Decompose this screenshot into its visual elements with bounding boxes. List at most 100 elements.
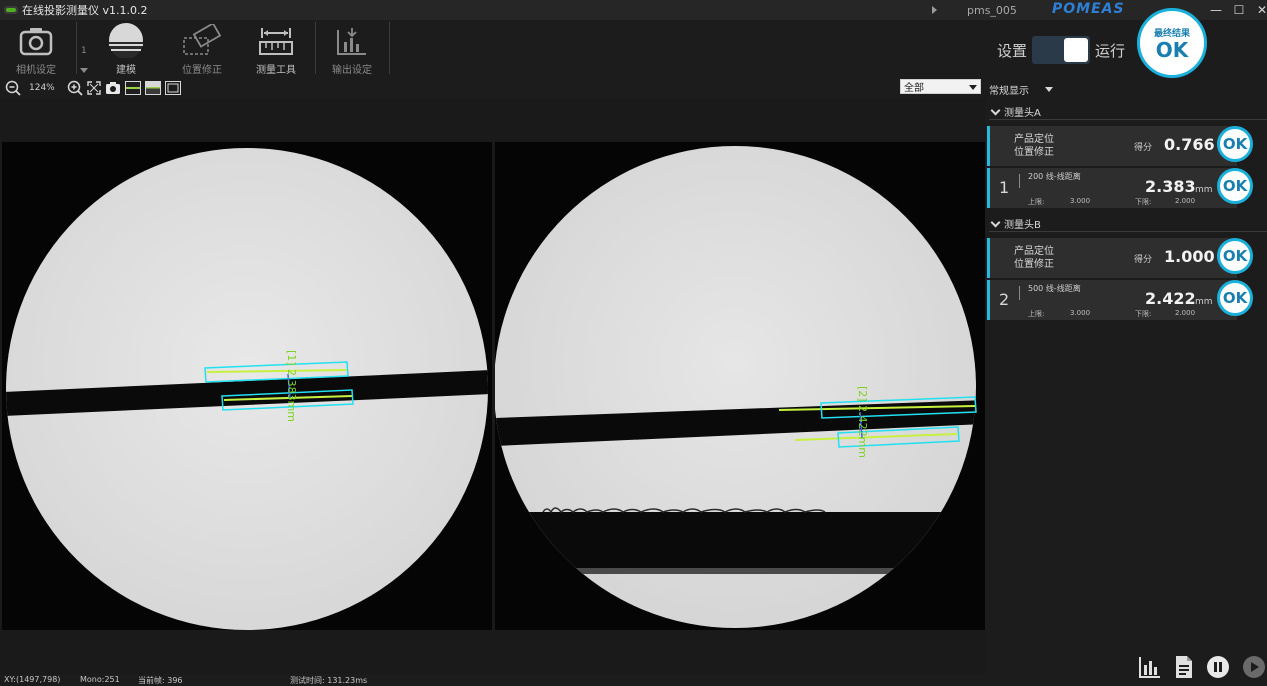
position-correction-button[interactable]: 位置修正 — [180, 24, 224, 76]
result-ok-badge: OK — [1217, 238, 1253, 274]
display-mode-value: 常规显示 — [989, 86, 1029, 97]
window-title: 在线投影测量仪 v1.1.0.2 — [22, 4, 148, 17]
mono-value: Mono:251 — [80, 675, 120, 684]
snapshot-camera-icon[interactable] — [105, 81, 121, 95]
status-bar: XY:(1497,798) Mono:251 当前帧: 396 测试时间: 13… — [0, 674, 1267, 686]
toggle-knob — [1064, 38, 1089, 62]
position-card-title: 产品定位 位置修正 — [1014, 245, 1054, 271]
split-view-icon[interactable] — [144, 81, 161, 95]
close-button[interactable]: ✕ — [1256, 3, 1267, 17]
main-toolbar: 相机设定 1 建模 位置修正 测量工具 输出设定 — [0, 20, 985, 76]
measurement-label-a: [1] 2.383mm — [285, 350, 298, 422]
measure-index: 2 — [999, 290, 1010, 309]
settings-mode-label: 设置 — [997, 41, 1028, 60]
output-settings-label: 输出设定 — [332, 65, 372, 76]
measure-unit: mm — [1195, 297, 1213, 307]
measure-tools-label: 测量工具 — [256, 65, 296, 76]
measure-index: 1 — [999, 178, 1010, 197]
result-ok-badge: OK — [1217, 168, 1253, 204]
lower-limit-label: 下限: — [1135, 198, 1152, 206]
test-time: 测试时间: 131.23ms — [290, 676, 368, 685]
lower-limit-value: 2.000 — [1175, 309, 1196, 317]
position-line-1: 产品定位 — [1014, 134, 1054, 145]
position-card-title: 产品定位 位置修正 — [1014, 133, 1054, 159]
measure-name: 200 线-线距离 — [1028, 172, 1081, 181]
title-bar: 在线投影测量仪 v1.1.0.2 pms_005 POMEAS — ☐ ✕ — [0, 0, 1267, 20]
camera-viewport-area: [1] 2.383mm [2] 2.422mm — [0, 98, 985, 674]
filter-select[interactable]: 全部 — [900, 79, 981, 94]
camera-settings-button[interactable]: 相机设定 — [16, 24, 56, 76]
lower-limit-label: 下限: — [1135, 310, 1152, 318]
chevron-down-icon — [990, 105, 1001, 115]
modeling-label: 建模 — [116, 65, 136, 76]
position-card-b[interactable]: 产品定位 位置修正 得分 1.000 — [987, 238, 1237, 278]
toolbar-divider — [389, 22, 390, 74]
upper-limit-label: 上限: — [1028, 198, 1045, 206]
measure-tools-button[interactable]: 测量工具 — [256, 24, 296, 76]
play-arrow-icon[interactable] — [932, 6, 937, 14]
app-logo-icon — [4, 6, 18, 14]
fit-screen-icon[interactable] — [87, 81, 101, 95]
final-result-badge: 最终结果 OK — [1137, 8, 1207, 78]
brand-logo: POMEAS — [1052, 1, 1125, 17]
model-dome-icon — [109, 23, 143, 58]
measure-value: 2.383 — [1145, 177, 1196, 196]
chevron-down-icon — [1045, 87, 1053, 92]
results-panel: 设置 运行 最终结果 OK 常规显示 测量头A 产品定位 位置修正 得分 0.7… — [985, 8, 1267, 674]
position-correction-icon — [183, 24, 222, 55]
modeling-button[interactable]: 建模 — [106, 22, 146, 76]
zoom-in-icon[interactable] — [67, 80, 83, 96]
final-result-value: OK — [1155, 37, 1189, 62]
wire-strip-lower — [495, 512, 976, 568]
score-value: 1.000 — [1164, 247, 1215, 266]
measure-name: 500 线-线距离 — [1028, 284, 1081, 293]
score-value: 0.766 — [1164, 135, 1215, 154]
chevron-down-icon[interactable] — [80, 68, 88, 73]
edge-overlay-icon[interactable] — [124, 81, 141, 95]
position-line-2: 位置修正 — [1014, 259, 1054, 270]
chevron-down-icon — [990, 217, 1001, 227]
zoom-level: 124% — [29, 83, 55, 93]
position-correction-label: 位置修正 — [182, 65, 222, 76]
camera-icon — [19, 28, 53, 56]
position-line-2: 位置修正 — [1014, 147, 1054, 158]
output-chart-icon — [337, 28, 366, 55]
camera-view-a[interactable]: [1] 2.383mm — [2, 142, 492, 630]
toolbar-divider — [315, 22, 316, 74]
run-mode-switch: 设置 运行 — [997, 36, 1126, 64]
measure-card-1[interactable]: 1 200 线-线距离 2.383 mm 上限: 3.000 下限: 2.000 — [987, 168, 1237, 208]
toolbar-divider — [76, 22, 77, 74]
score-label: 得分 — [1134, 255, 1153, 265]
measure-unit: mm — [1195, 185, 1213, 195]
group-header-b[interactable]: 测量头B — [989, 216, 1267, 232]
output-settings-button[interactable]: 输出设定 — [332, 24, 372, 76]
measure-card-2[interactable]: 2 500 线-线距离 2.422 mm 上限: 3.000 下限: 2.000 — [987, 280, 1237, 320]
device-name: pms_005 — [967, 3, 1017, 17]
current-frame: 当前帧: 396 — [138, 676, 183, 685]
group-name-a: 测量头A — [1004, 108, 1041, 119]
minimize-button[interactable]: — — [1210, 3, 1222, 17]
zoom-out-icon[interactable] — [5, 80, 21, 96]
position-card-a[interactable]: 产品定位 位置修正 得分 0.766 — [987, 126, 1237, 166]
run-mode-label: 运行 — [1095, 41, 1126, 60]
maximize-button[interactable]: ☐ — [1233, 3, 1245, 17]
mode-toggle[interactable] — [1032, 36, 1091, 64]
upper-limit-value: 3.000 — [1070, 197, 1091, 205]
upper-limit-label: 上限: — [1028, 310, 1045, 318]
cursor-coordinates: XY:(1497,798) — [4, 675, 61, 684]
score-label: 得分 — [1134, 143, 1153, 153]
measurement-label-b: [2] 2.422mm — [856, 386, 869, 458]
filter-select-value: 全部 — [904, 83, 924, 94]
frame-view-icon[interactable] — [164, 81, 181, 95]
position-line-1: 产品定位 — [1014, 246, 1054, 257]
wire-edge-shadow — [555, 568, 915, 574]
measure-value: 2.422 — [1145, 289, 1196, 308]
group-header-a[interactable]: 测量头A — [989, 104, 1267, 120]
chevron-down-icon — [969, 85, 977, 90]
result-ok-badge: OK — [1217, 126, 1253, 162]
view-controls: 124% 全部 — [0, 78, 985, 98]
camera-view-b[interactable]: [2] 2.422mm — [495, 142, 985, 630]
upper-limit-value: 3.000 — [1070, 309, 1091, 317]
divider — [1019, 286, 1020, 300]
display-mode-dropdown[interactable]: 常规显示 — [989, 82, 1053, 97]
